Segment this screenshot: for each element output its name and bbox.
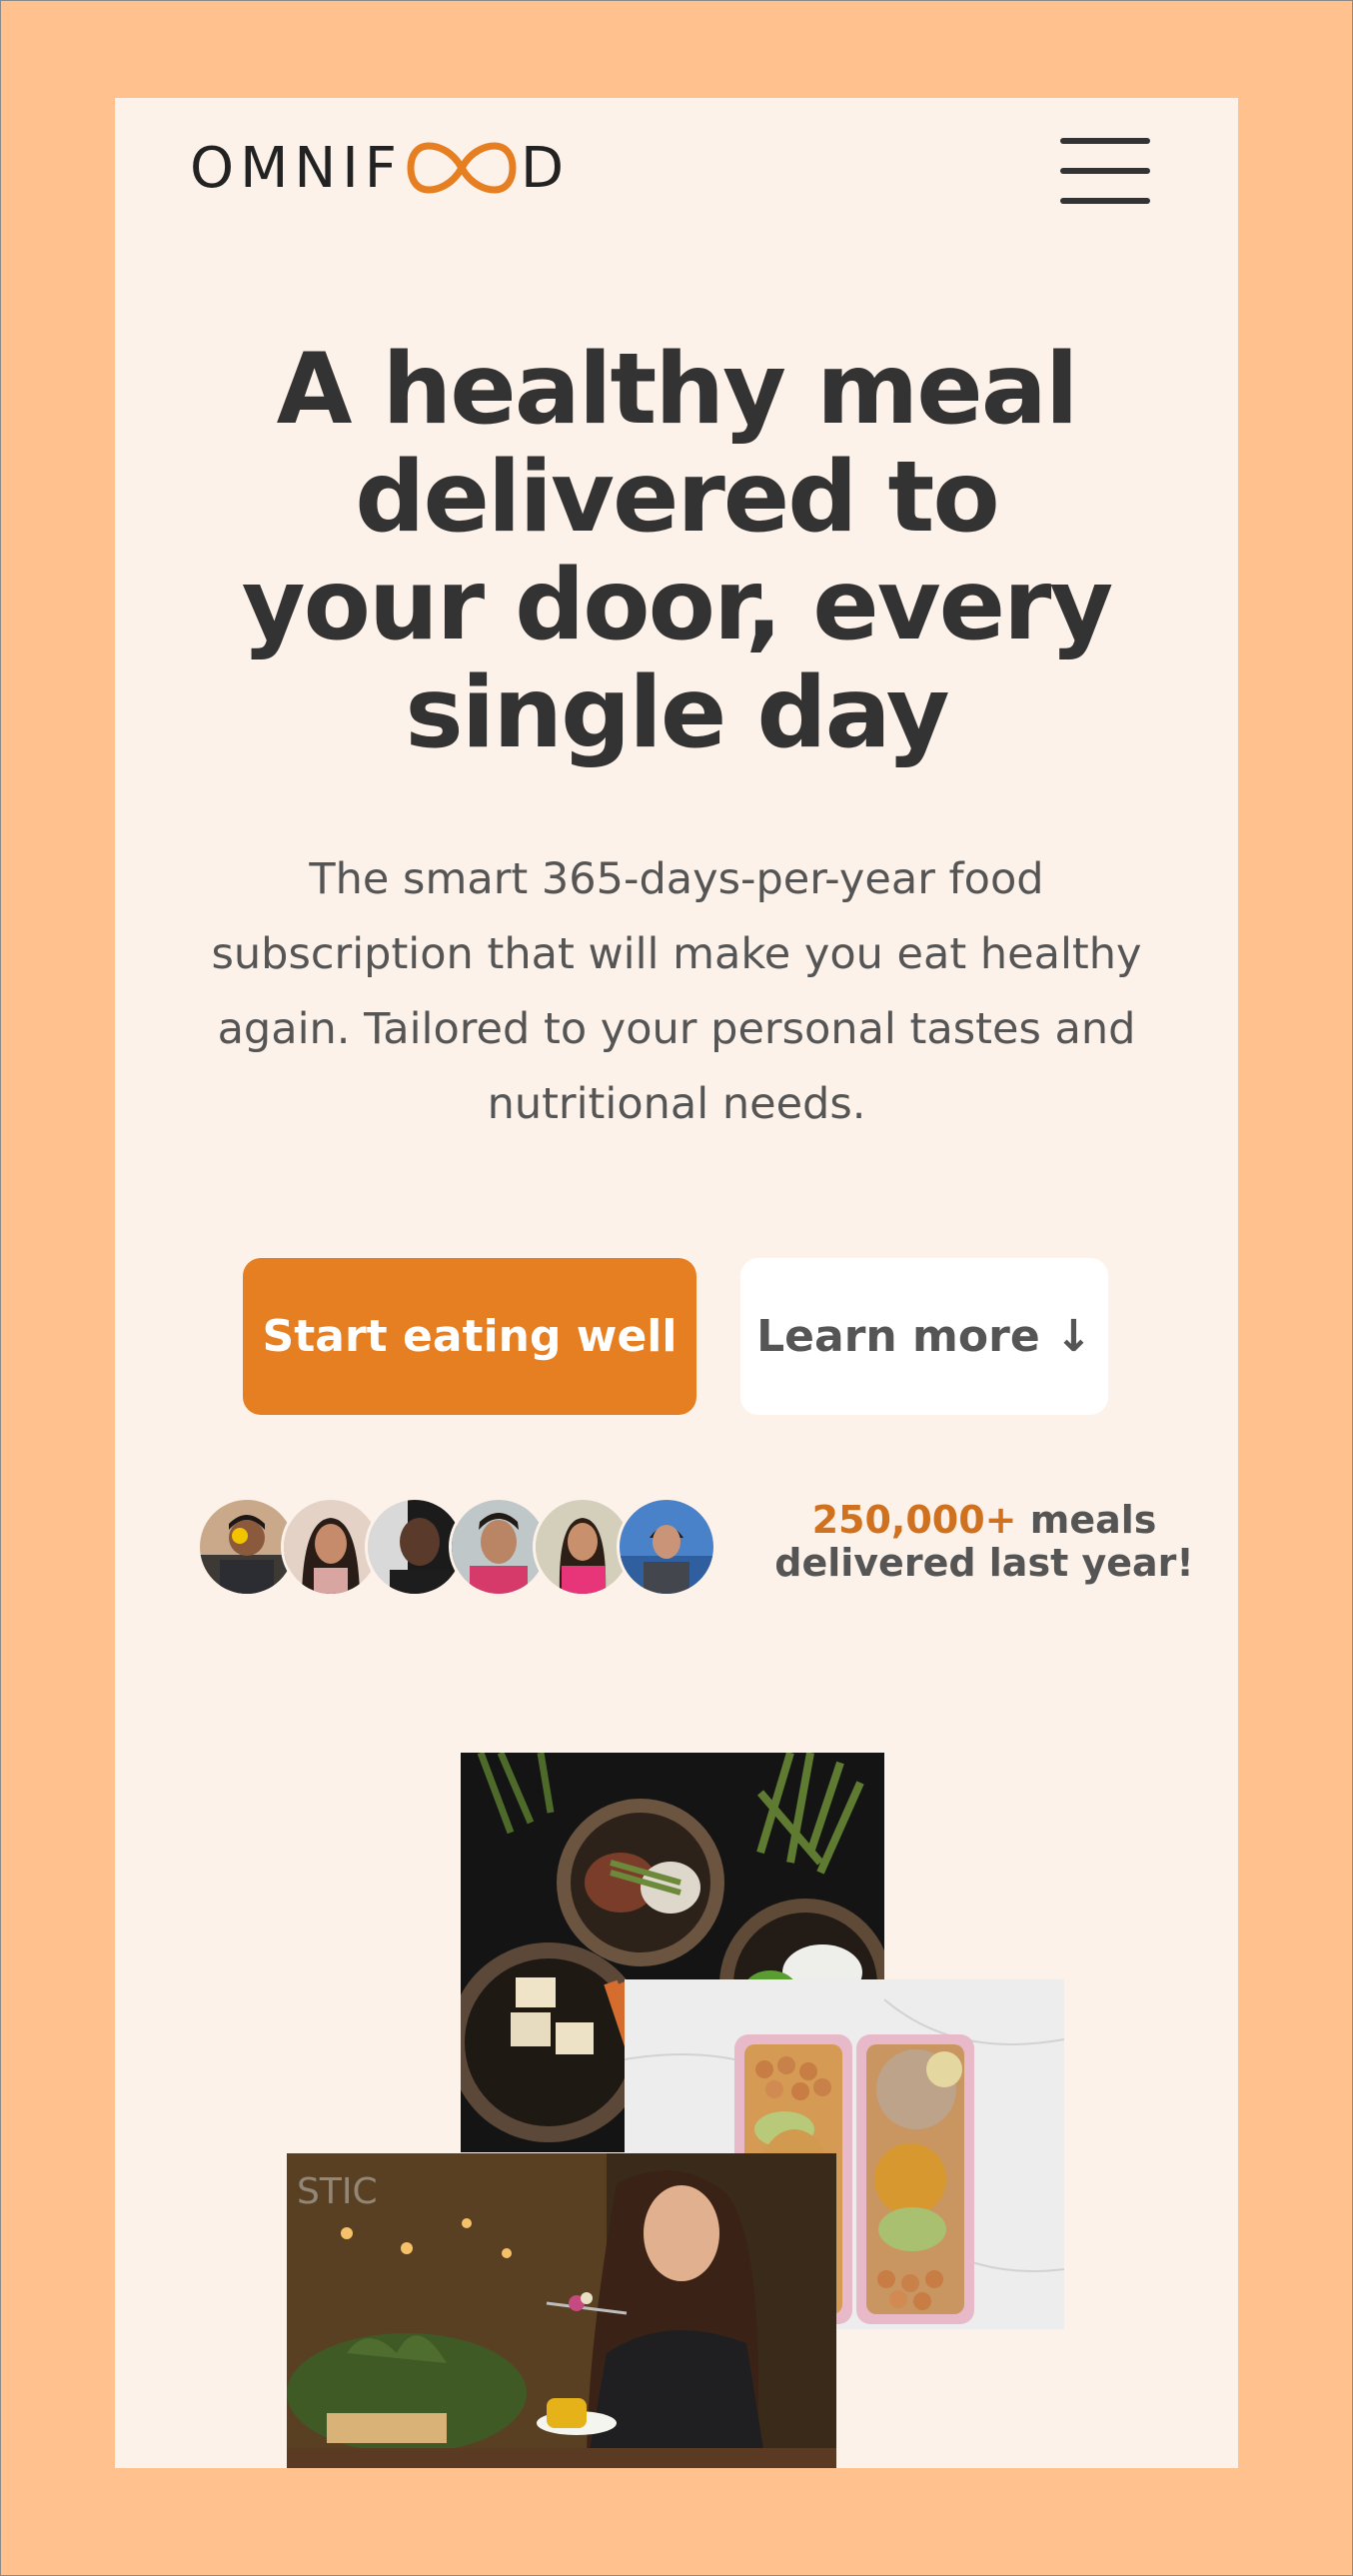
hero-description: The smart 365-days-per-year food subscri… — [115, 842, 1238, 1142]
learn-more-button[interactable]: Learn more ↓ — [740, 1258, 1108, 1415]
customer-avatars — [197, 1497, 721, 1597]
menu-line — [1060, 198, 1150, 204]
delivered-meals-text: 250,000+ meals delivered last year! — [764, 1499, 1204, 1585]
avatar — [617, 1497, 716, 1597]
hero-title: A healthy meal delivered to your door, e… — [115, 336, 1238, 767]
logo-text-right: D — [521, 135, 571, 201]
logo[interactable]: OMNIF D — [190, 136, 570, 201]
menu-line — [1060, 138, 1150, 144]
svg-text:STIC: STIC — [297, 2171, 378, 2212]
hero-title-text: A healthy meal delivered to your door, e… — [241, 333, 1114, 770]
woman-eating-photo: STIC — [287, 2153, 836, 2468]
delivered-count: 250,000+ — [811, 1498, 1017, 1542]
start-eating-button[interactable]: Start eating well — [243, 1258, 696, 1415]
menu-line — [1060, 168, 1150, 174]
infinity-icon — [407, 142, 517, 194]
page-container: OMNIF D A healthy meal delivered to your… — [115, 98, 1238, 2468]
hamburger-menu-icon[interactable] — [1060, 138, 1150, 204]
logo-text-left: OMNIF — [190, 135, 404, 201]
hero-description-text: The smart 365-days-per-year food subscri… — [211, 854, 1142, 1129]
